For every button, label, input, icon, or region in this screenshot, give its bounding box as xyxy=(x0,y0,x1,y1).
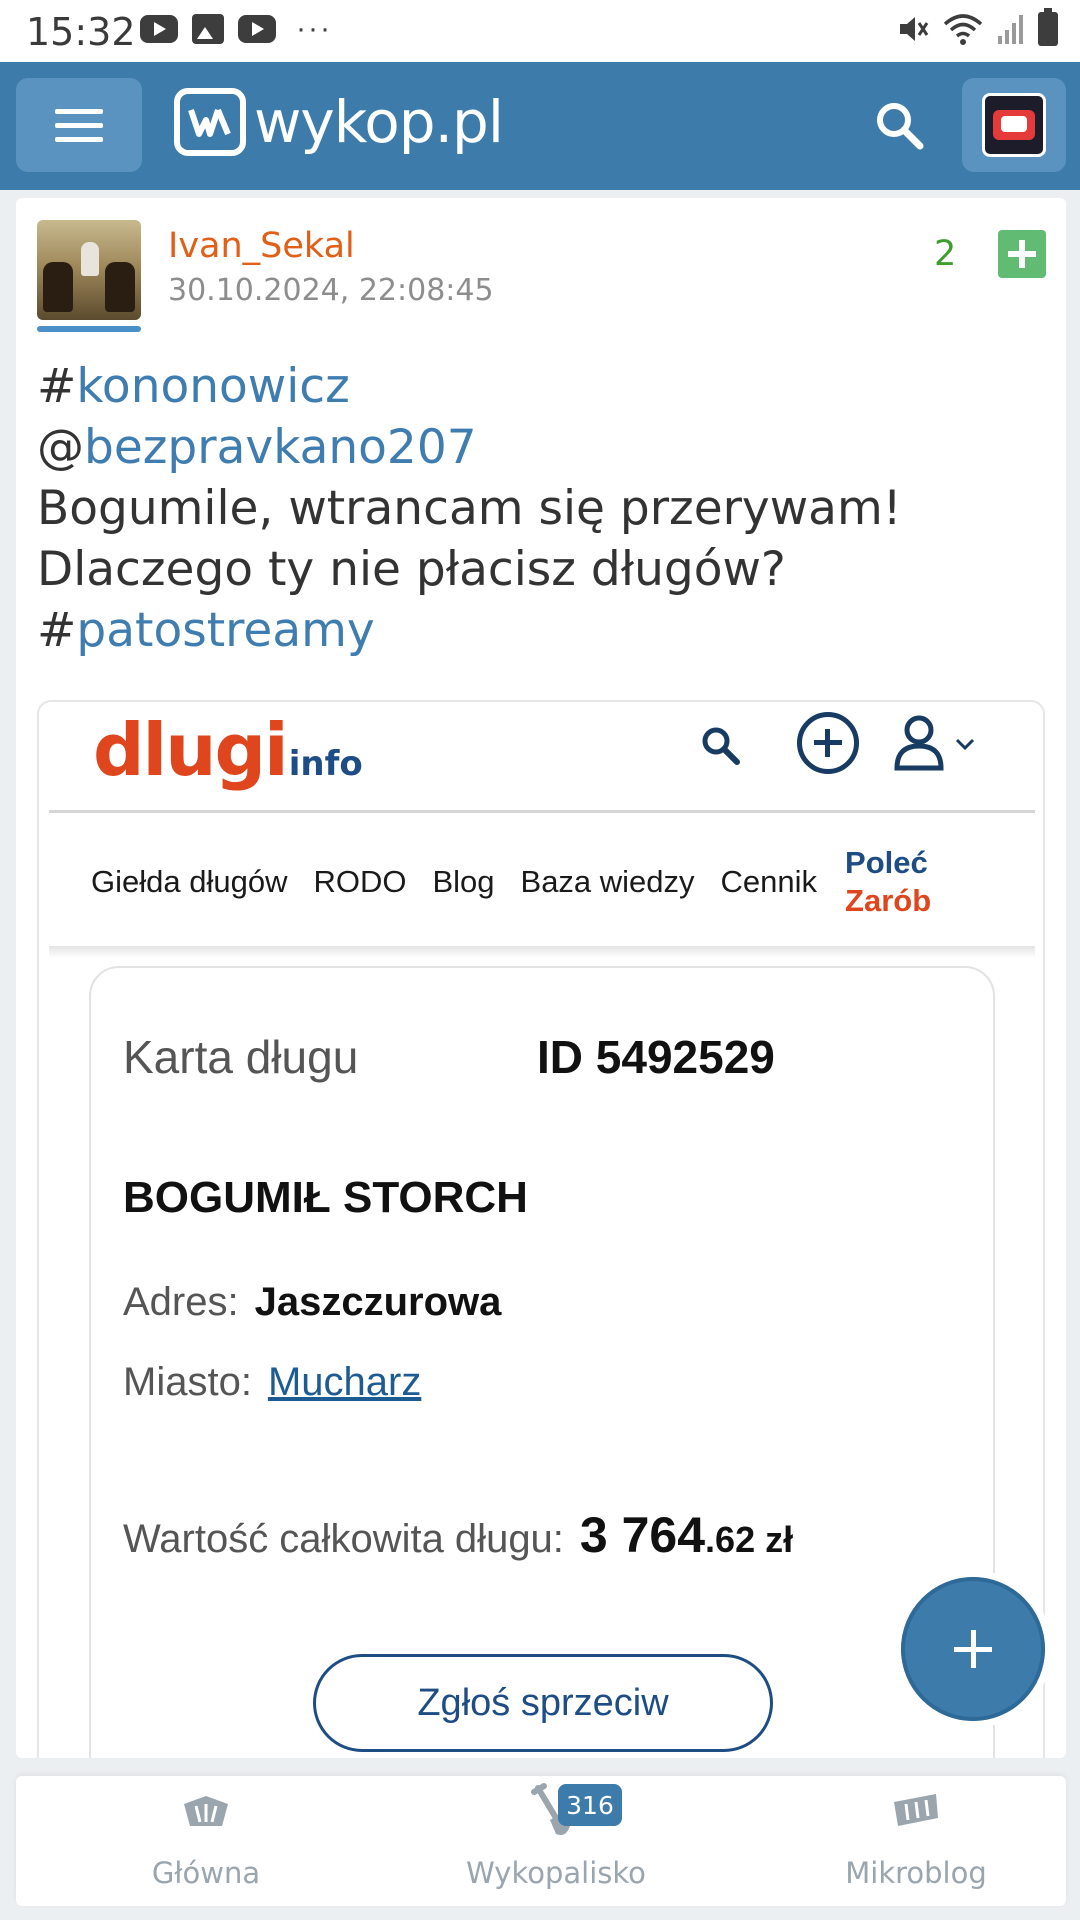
nav-item: Giełda długów xyxy=(91,864,288,899)
address-row: Adres: Jaszczurowa xyxy=(123,1280,502,1324)
wykop-home-icon xyxy=(184,1796,228,1826)
avatar xyxy=(982,93,1046,157)
author-name[interactable]: Ivan_Sekal xyxy=(168,226,355,266)
divider xyxy=(49,810,1035,813)
post-text-line: Bogumile, wtrancam się przerywam! xyxy=(37,481,902,536)
hashtag-link[interactable]: kononowicz xyxy=(76,359,349,414)
signal-icon xyxy=(998,15,1023,44)
debt-card-title: Karta długu xyxy=(123,1031,359,1083)
nav-glowna[interactable]: Główna xyxy=(96,1776,316,1906)
dlugi-nav: Giełda długów RODO Blog Baza wiedzy Cenn… xyxy=(91,844,931,920)
nav-item: Baza wiedzy xyxy=(520,864,695,899)
menu-button[interactable] xyxy=(16,78,142,172)
post-body: #kononowicz @bezpravkano207 Bogumile, wt… xyxy=(37,356,1047,661)
nav-item: RODO xyxy=(313,864,407,899)
object-button: Zgłoś sprzeciw xyxy=(313,1654,773,1752)
upvote-button[interactable] xyxy=(998,230,1046,278)
battery-icon xyxy=(1038,8,1058,46)
author-avatar[interactable] xyxy=(37,220,141,320)
city-row: Miasto: Mucharz xyxy=(123,1360,422,1404)
post-timestamp[interactable]: 30.10.2024, 22:08:45 xyxy=(168,273,494,308)
notification-badge: 316 xyxy=(558,1784,622,1826)
status-bar: 15:32 ··· xyxy=(0,0,1080,62)
wykop-logo[interactable]: wykop.pl xyxy=(174,88,504,156)
search-icon xyxy=(877,103,924,150)
plus-icon xyxy=(901,1577,1045,1721)
hamburger-icon xyxy=(55,108,103,114)
mikroblog-icon xyxy=(894,1794,938,1826)
app-header: wykop.pl xyxy=(0,62,1080,190)
post-text-line: Dlaczego ty nie płacisz długów? xyxy=(37,542,786,597)
nav-item: Blog xyxy=(432,864,495,899)
hashtag-link[interactable]: patostreamy xyxy=(76,603,374,658)
add-post-button[interactable] xyxy=(894,1570,1052,1728)
nav-wykopalisko[interactable]: Wykopalisko xyxy=(436,1776,676,1906)
logo-text: wykop.pl xyxy=(254,88,504,156)
avatar-underline xyxy=(37,326,141,332)
embedded-image[interactable]: dlugiinfo Giełda długów RODO Blog Baza w… xyxy=(37,700,1045,1758)
bottom-navigation: Główna Wykopalisko Mikroblog xyxy=(16,1776,1066,1906)
more-notifications-icon: ··· xyxy=(296,12,332,45)
status-time: 15:32 xyxy=(26,10,136,54)
user-avatar-button[interactable] xyxy=(962,78,1066,172)
post-card: Ivan_Sekal 30.10.2024, 22:08:45 2 #konon… xyxy=(16,198,1066,1758)
debtor-name: BOGUMIŁ STORCH xyxy=(123,1173,528,1222)
add-circle-icon xyxy=(797,712,859,774)
search-button[interactable] xyxy=(872,98,928,154)
wifi-icon xyxy=(943,14,983,45)
gallery-notification-icon xyxy=(192,14,224,44)
system-icons xyxy=(896,8,1058,46)
wykop-logo-icon xyxy=(174,88,246,156)
user-icon xyxy=(894,715,975,771)
mute-icon xyxy=(900,17,929,41)
notification-icons: ··· xyxy=(140,14,332,44)
debt-card: Karta długu ID 5492529 BOGUMIŁ STORCH Ad… xyxy=(89,966,995,1758)
nav-item: Cennik xyxy=(720,864,818,899)
debt-total: Wartość całkowita długu: 3 764.62 zł xyxy=(123,1507,794,1563)
youtube-notification-icon xyxy=(238,15,276,43)
youtube-notification-icon xyxy=(140,15,178,43)
dlugi-logo: dlugiinfo xyxy=(93,708,363,792)
search-icon xyxy=(702,727,740,765)
debt-id: ID 5492529 xyxy=(537,1031,775,1083)
nav-promo: Poleć Zarób xyxy=(845,845,932,918)
nav-mikroblog[interactable]: Mikroblog xyxy=(806,1776,1026,1906)
vote-count: 2 xyxy=(934,234,957,274)
mention-link[interactable]: bezpravkano207 xyxy=(84,420,477,475)
